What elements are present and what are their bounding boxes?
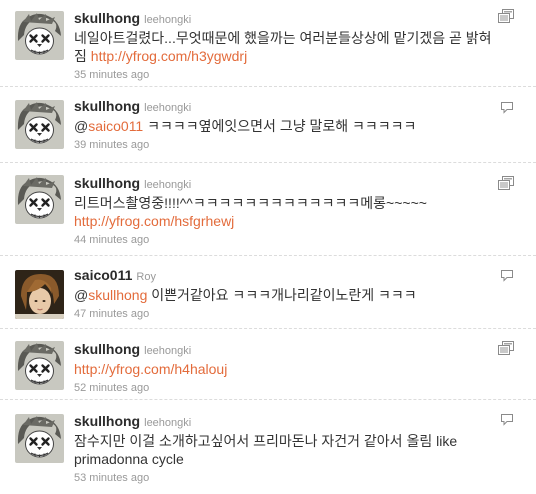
screen-name[interactable]: skullhong <box>74 341 140 357</box>
tweet-link[interactable]: http://yfrog.com/hsfgrhewj <box>74 213 234 229</box>
screen-name[interactable]: skullhong <box>74 10 140 26</box>
screen-name[interactable]: skullhong <box>74 413 140 429</box>
retweet-icon[interactable] <box>498 176 514 195</box>
tweet-text: @saico011 ㅋㅋㅋㅋ옆에잇으면서 그냥 말로해 ㅋㅋㅋㅋㅋ <box>74 118 417 134</box>
timestamp[interactable]: 44 minutes ago <box>74 233 496 247</box>
real-name: leehongki <box>144 14 192 26</box>
real-name: leehongki <box>144 102 192 114</box>
timestamp[interactable]: 52 minutes ago <box>74 381 496 395</box>
screen-name[interactable]: saico011 <box>74 267 132 283</box>
tweet-text: http://yfrog.com/h4halouj <box>74 360 496 378</box>
timestamp[interactable]: 53 minutes ago <box>74 471 496 485</box>
tweet-link[interactable]: http://yfrog.com/h3ygwdrj <box>91 48 247 64</box>
reply-icon[interactable] <box>500 413 514 431</box>
screen-name[interactable]: skullhong <box>74 98 140 114</box>
retweet-icon[interactable] <box>498 341 514 360</box>
timestamp[interactable]: 47 minutes ago <box>74 307 496 321</box>
retweet-icon[interactable] <box>498 9 514 28</box>
timestamp[interactable]: 35 minutes ago <box>74 68 496 82</box>
mention-link[interactable]: skullhong <box>88 287 147 303</box>
mention-link[interactable]: saico011 <box>88 118 143 134</box>
tweet: skullhong leehongki 네일아트걸렸다...무엇때문에 했을까는 … <box>0 0 536 87</box>
tweet-timeline: skullhong leehongki 네일아트걸렸다...무엇때문에 했을까는 … <box>0 0 536 494</box>
reply-icon[interactable] <box>500 269 514 287</box>
real-name: leehongki <box>144 179 192 191</box>
tweet: skullhong leehongki 리트머스촬영중!!!!^^ㅋㅋㅋㅋㅋㅋㅋㅋ… <box>0 163 536 256</box>
reply-icon[interactable] <box>500 101 514 119</box>
avatar[interactable] <box>15 341 64 390</box>
tweet: skullhong leehongki @saico011 ㅋㅋㅋㅋ옆에잇으면서 … <box>0 87 536 163</box>
real-name: Roy <box>136 271 156 283</box>
tweet-text: 네일아트걸렸다...무엇때문에 했을까는 여러분들상상에 맡기겠음 곧 밝혀짐 … <box>74 30 492 64</box>
avatar[interactable] <box>15 100 64 149</box>
tweet-text: 잠수지만 이걸 소개하고싶어서 프리마돈나 자건거 같아서 올림 like pr… <box>74 433 458 467</box>
tweet: saico011 Roy @skullhong 이쁜거같아요 ㅋㅋㅋ개나리같이노란… <box>0 256 536 329</box>
tweet-text: 리트머스촬영중!!!!^^ㅋㅋㅋㅋㅋㅋㅋㅋㅋㅋㅋㅋㅋ메롱~~~~~ http:/… <box>74 195 427 229</box>
avatar[interactable] <box>15 11 64 60</box>
avatar[interactable] <box>15 414 64 463</box>
avatar[interactable] <box>15 270 64 319</box>
tweet: skullhong leehongki 잠수지만 이걸 소개하고싶어서 프리마돈나… <box>0 400 536 494</box>
tweet: skullhong leehongki http://yfrog.com/h4ha… <box>0 329 536 400</box>
tweet-link[interactable]: http://yfrog.com/h4halouj <box>74 361 227 377</box>
real-name: leehongki <box>144 345 192 357</box>
avatar[interactable] <box>15 175 64 224</box>
timestamp[interactable]: 39 minutes ago <box>74 138 496 152</box>
tweet-text: @skullhong 이쁜거같아요 ㅋㅋㅋ개나리같이노란게 ㅋㅋㅋ <box>74 287 417 303</box>
real-name: leehongki <box>144 417 192 429</box>
screen-name[interactable]: skullhong <box>74 175 140 191</box>
